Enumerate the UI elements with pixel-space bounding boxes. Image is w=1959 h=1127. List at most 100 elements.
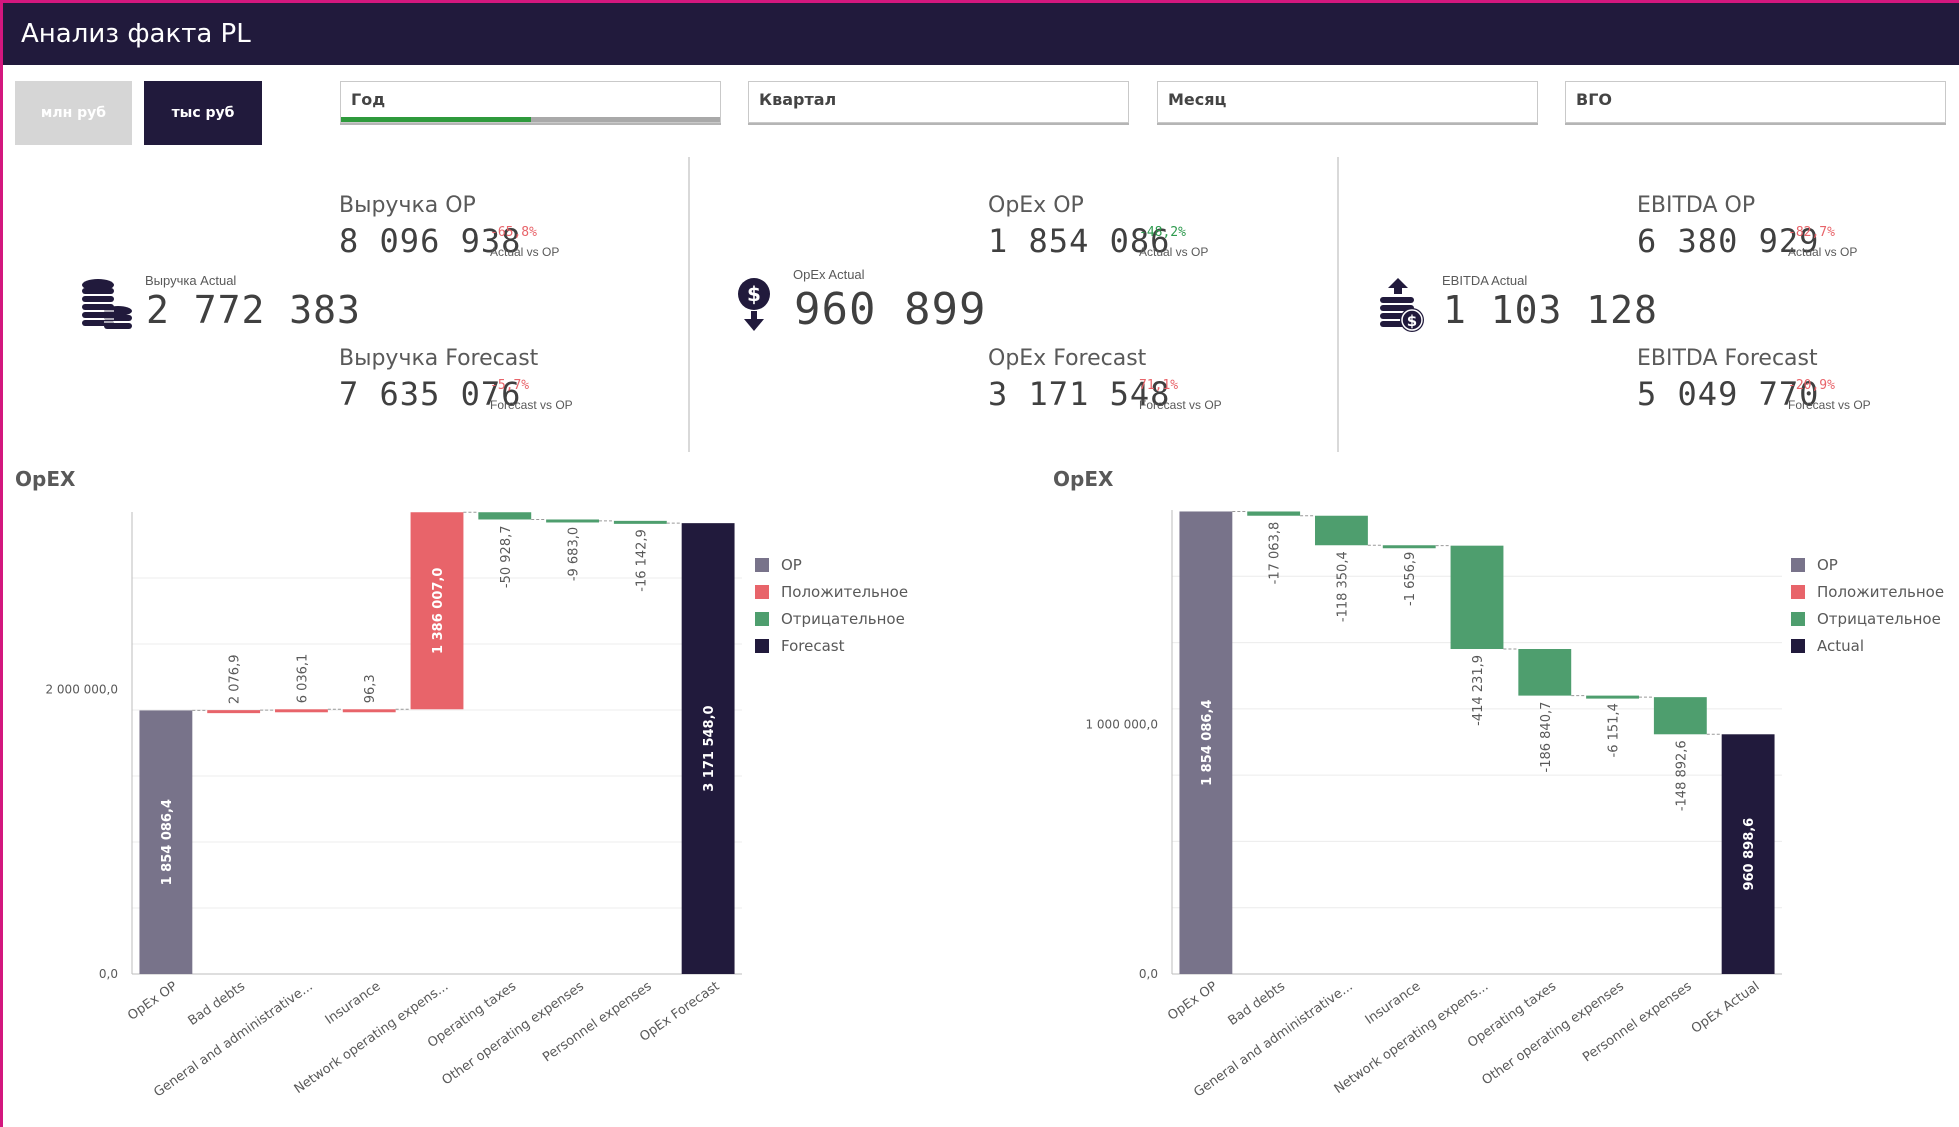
opex-forecast-label: OpEx Forecast [988, 346, 1147, 371]
ebitda-op-label: EBITDA OP [1637, 193, 1756, 218]
revenue-actual-value: 2 772 383 [146, 288, 361, 332]
x-tick-label: Bad debts [1226, 979, 1289, 1029]
coins-stack-icon [78, 277, 134, 337]
unit-mln-button[interactable]: млн руб [15, 81, 132, 145]
ebitda-actual-value: 1 103 128 [1443, 288, 1658, 332]
legend-swatch-отрицательное [1791, 612, 1805, 626]
bar-general-and-administrative [1315, 515, 1368, 546]
ebitda-op-pct: -82,7% [1788, 225, 1835, 240]
data-label: -414 231,9 [1471, 655, 1486, 726]
data-label: 1 386 007,0 [431, 568, 446, 654]
bar-insurance [342, 709, 396, 713]
legend-swatch-forecast [755, 639, 769, 653]
bar-bad-debts [1247, 511, 1301, 516]
kpi-divider [1337, 157, 1339, 452]
legend-label: Forecast [781, 637, 845, 655]
data-label: -50 928,7 [499, 525, 514, 588]
filter-year-selection-bar [341, 117, 720, 122]
filter-year-label: Год [351, 90, 386, 109]
legend-label: OP [781, 556, 802, 574]
y-tick-label: 0,0 [1139, 967, 1158, 981]
data-label: -1 656,9 [1403, 552, 1418, 606]
x-tick-label: Bad debts [186, 979, 249, 1029]
opex-forecast-pct: 71,1% [1139, 378, 1179, 393]
legend-swatch-op [755, 558, 769, 572]
unit-tys-button[interactable]: тыс руб [144, 81, 262, 145]
filter-quarter-label: Квартал [759, 90, 837, 109]
y-tick-label: 2 000 000,0 [45, 683, 118, 697]
filter-month-label: Месяц [1168, 90, 1227, 109]
ebitda-op-cmp: Actual vs OP [1788, 245, 1858, 259]
data-label: 96,3 [363, 674, 378, 703]
data-label: 6 036,1 [295, 654, 310, 704]
data-label: 3 171 548,0 [702, 705, 717, 791]
legend-label: OP [1817, 556, 1838, 574]
chart-title-actual: OpEX [1053, 467, 1114, 491]
legend-label: Отрицательное [1817, 610, 1941, 628]
coins-up-icon: $ [1378, 276, 1426, 338]
opex-actual-label: OpEx Actual [793, 267, 865, 282]
bar-operating-taxes [1518, 649, 1572, 696]
x-tick-label: Personnel expenses [1580, 979, 1695, 1066]
bar-personnel-expenses [613, 520, 667, 524]
filter-vgo-label: ВГО [1576, 90, 1612, 109]
title-bar: Анализ факта PL [3, 3, 1959, 65]
revenue-op-cmp: Actual vs OP [490, 245, 560, 259]
kpi-divider [688, 157, 690, 452]
filter-month[interactable]: Месяц [1157, 81, 1538, 123]
revenue-forecast-label: Выручка Forecast [339, 346, 539, 371]
bar-other-operating-expenses [1586, 695, 1639, 699]
opex-op-label: OpEx OP [988, 193, 1084, 218]
filter-year[interactable]: Год [340, 81, 721, 123]
bar-personnel-expenses [1653, 697, 1707, 735]
legend-label: Отрицательное [781, 610, 905, 628]
ebitda-forecast-pct: -20,9% [1788, 378, 1835, 393]
x-tick-label: OpEx Actual [1689, 979, 1763, 1037]
legend-label: Actual [1817, 637, 1864, 655]
legend-label: Положительное [1817, 583, 1944, 601]
revenue-op-pct: -65,8% [490, 225, 537, 240]
bar-insurance [1382, 545, 1436, 549]
legend-swatch-actual [1791, 639, 1805, 653]
data-label: 1 854 086,4 [1200, 700, 1215, 786]
ebitda-forecast-label: EBITDA Forecast [1637, 346, 1818, 371]
opex-op-pct: -48,2% [1139, 225, 1186, 240]
revenue-op-label: Выручка OP [339, 193, 476, 218]
revenue-forecast-pct: -5,7% [490, 378, 530, 393]
legend-swatch-op [1791, 558, 1805, 572]
opex-forecast-cmp: Forecast vs OP [1139, 398, 1222, 412]
x-tick-label: Insurance [323, 979, 384, 1028]
legend-swatch-положительное [755, 585, 769, 599]
x-tick-label: OpEx OP [1165, 979, 1220, 1024]
opex-op-cmp: Actual vs OP [1139, 245, 1209, 259]
legend-swatch-положительное [1791, 585, 1805, 599]
svg-text:$: $ [747, 282, 761, 306]
bar-bad-debts [207, 710, 261, 714]
data-label: 1 854 086,4 [160, 799, 175, 885]
x-tick-label: Personnel expenses [540, 979, 655, 1066]
data-label: -118 350,4 [1335, 551, 1350, 622]
data-label: -16 142,9 [634, 529, 649, 592]
page-title: Анализ факта PL [21, 19, 251, 49]
x-tick-label: Insurance [1363, 979, 1424, 1028]
opex-actual-value: 960 899 [794, 284, 987, 335]
data-label: -6 151,4 [1607, 703, 1622, 757]
legend-label: Положительное [781, 583, 908, 601]
bar-other-operating-expenses [546, 519, 599, 523]
data-label: 2 076,9 [228, 655, 243, 705]
filter-year-selection-fill [341, 117, 531, 122]
y-tick-label: 1 000 000,0 [1085, 718, 1158, 732]
data-label: -17 063,8 [1268, 522, 1283, 585]
data-label: -9 683,0 [567, 527, 582, 581]
filter-vgo[interactable]: ВГО [1565, 81, 1946, 123]
revenue-forecast-cmp: Forecast vs OP [490, 398, 573, 412]
filter-quarter[interactable]: Квартал [748, 81, 1129, 123]
ebitda-actual-label: EBITDA Actual [1442, 273, 1528, 288]
opex-actual-waterfall-chart: 0,0 1 000 000,0 1 854 086,4 OpEx OP -17 063,… [1085, 510, 1944, 1100]
x-tick-label: OpEx OP [125, 979, 180, 1024]
data-label: 960 898,6 [1742, 818, 1757, 891]
bar-general-and-administrative [275, 709, 328, 713]
svg-text:$: $ [1407, 312, 1417, 330]
bar-network-operating-expens [1450, 545, 1504, 650]
opex-forecast-waterfall-chart: 0,0 2 000 000,0 1 854 086,4 OpEx OP 2 076,9 B… [45, 511, 908, 1100]
